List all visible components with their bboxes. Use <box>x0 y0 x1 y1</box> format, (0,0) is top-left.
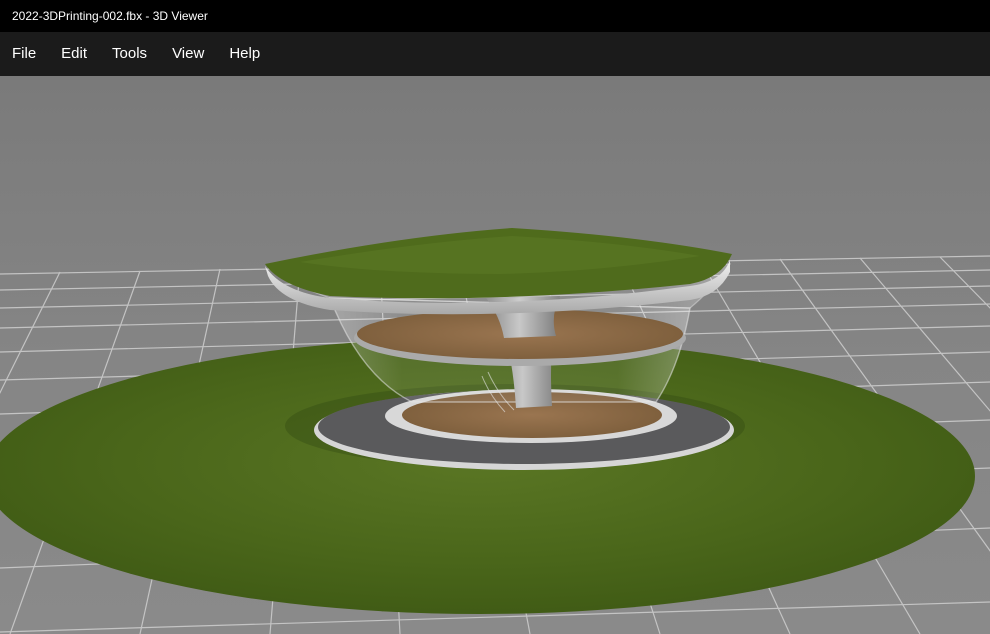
menu-file[interactable]: File <box>4 32 44 76</box>
scene-canvas[interactable] <box>0 76 990 634</box>
menu-tools[interactable]: Tools <box>104 32 155 76</box>
menu-help[interactable]: Help <box>221 32 268 76</box>
3d-viewer-app: 2022-3DPrinting-002.fbx - 3D Viewer File… <box>0 0 990 634</box>
3d-viewport[interactable] <box>0 76 990 634</box>
menu-edit[interactable]: Edit <box>53 32 95 76</box>
menu-bar: File Edit Tools View Help <box>0 32 990 76</box>
title-bar: 2022-3DPrinting-002.fbx - 3D Viewer <box>0 0 990 32</box>
menu-view[interactable]: View <box>164 32 212 76</box>
window-title: 2022-3DPrinting-002.fbx - 3D Viewer <box>12 9 208 23</box>
